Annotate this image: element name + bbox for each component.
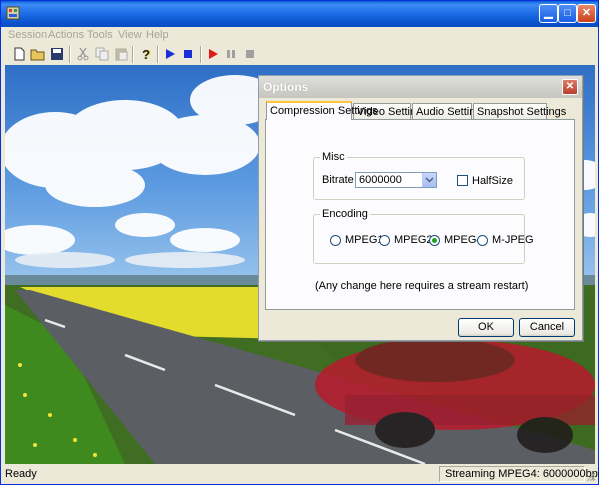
- radio-mpeg1[interactable]: [330, 235, 341, 246]
- dialog-title-bar[interactable]: Options ✕: [259, 76, 582, 98]
- status-bar: Ready Streaming MPEG4: 6000000bps: [1, 464, 599, 484]
- misc-group-label: Misc: [320, 151, 347, 163]
- resize-grip-icon[interactable]: [586, 472, 596, 482]
- restart-note: (Any change here requires a stream resta…: [315, 280, 529, 292]
- save-icon[interactable]: [49, 46, 65, 62]
- record-icon[interactable]: [205, 46, 221, 62]
- help-icon[interactable]: ?: [138, 46, 154, 62]
- app-window: ▁ □ ✕ Session Actions Tools View Help ? …: [0, 0, 599, 485]
- stream-status-text: Streaming MPEG4: 6000000bps: [445, 468, 599, 480]
- misc-group: Misc Bitrate 6000000 HalfSize: [313, 151, 525, 200]
- toolbar-separator: [132, 46, 134, 63]
- new-file-icon[interactable]: [11, 46, 27, 62]
- encoding-group: Encoding MPEG1 MPEG2 MPEG4 M-JPEG: [313, 208, 534, 264]
- radio-mpeg2-label: MPEG2: [394, 234, 433, 246]
- options-dialog: Options ✕ Compression Settings Video Set…: [258, 75, 583, 341]
- close-button[interactable]: ✕: [577, 4, 596, 23]
- halfsize-checkbox[interactable]: [457, 175, 468, 186]
- menu-session[interactable]: Session: [8, 29, 47, 41]
- compression-settings-panel: Misc Bitrate 6000000 HalfSize Encoding M…: [265, 119, 575, 310]
- open-folder-icon[interactable]: [30, 46, 46, 62]
- stop-icon[interactable]: [180, 46, 196, 62]
- cut-icon[interactable]: [75, 46, 91, 62]
- title-bar[interactable]: ▁ □ ✕: [1, 1, 598, 27]
- radio-mjpeg-label: M-JPEG: [492, 234, 534, 246]
- dialog-close-button[interactable]: ✕: [562, 79, 578, 95]
- tab-audio-settings[interactable]: Audio Settings: [412, 103, 487, 119]
- bitrate-select[interactable]: 6000000: [355, 172, 437, 188]
- bitrate-value: 6000000: [359, 174, 402, 186]
- pause-icon[interactable]: [223, 46, 239, 62]
- menu-actions[interactable]: Actions: [48, 29, 84, 41]
- bitrate-label: Bitrate: [322, 174, 354, 186]
- ok-button[interactable]: OK: [458, 318, 514, 337]
- app-icon: [6, 6, 20, 20]
- toolbar-separator: [157, 46, 159, 63]
- toolbar-separator: [200, 46, 202, 63]
- menu-view[interactable]: View: [118, 29, 142, 41]
- toolbar-separator: [69, 46, 71, 63]
- toolbar: ?: [1, 43, 598, 65]
- radio-mpeg1-label: MPEG1: [345, 234, 384, 246]
- cancel-button[interactable]: Cancel: [519, 318, 575, 337]
- maximize-button[interactable]: □: [558, 4, 577, 23]
- stop-record-icon[interactable]: [242, 46, 258, 62]
- radio-mjpeg[interactable]: [477, 235, 488, 246]
- chevron-down-icon[interactable]: [422, 173, 436, 187]
- stream-status-panel: Streaming MPEG4: 6000000bps: [439, 466, 599, 482]
- tab-snapshot-settings[interactable]: Snapshot Settings: [473, 103, 566, 119]
- encoding-group-label: Encoding: [320, 208, 370, 220]
- menu-help[interactable]: Help: [146, 29, 169, 41]
- copy-icon[interactable]: [94, 46, 110, 62]
- radio-mpeg4[interactable]: [429, 235, 440, 246]
- paste-icon[interactable]: [113, 46, 129, 62]
- status-text: Ready: [5, 468, 37, 480]
- minimize-button[interactable]: ▁: [539, 4, 558, 23]
- tab-compression-settings[interactable]: Compression Settings: [266, 101, 378, 120]
- halfsize-label: HalfSize: [472, 175, 513, 187]
- dialog-title: Options: [263, 80, 309, 94]
- radio-mpeg2[interactable]: [379, 235, 390, 246]
- play-icon[interactable]: [162, 46, 178, 62]
- menu-bar: Session Actions Tools View Help: [1, 27, 598, 43]
- menu-tools[interactable]: Tools: [87, 29, 113, 41]
